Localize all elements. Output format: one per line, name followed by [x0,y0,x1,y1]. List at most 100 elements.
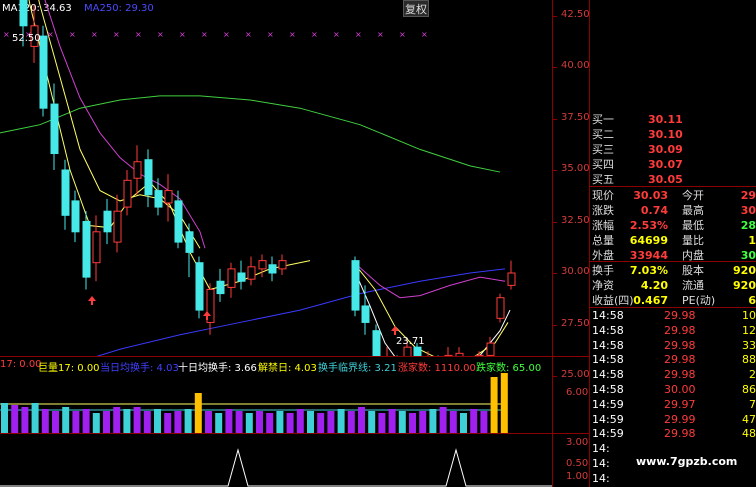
ma-line [351,260,506,299]
tick-time: 14:59 [592,427,624,441]
volume-bar [480,411,488,433]
tick-row: 14:58 29.98 88 [590,353,756,368]
restore-button[interactable]: 复权 [403,0,429,17]
tick-volume: 86 [742,383,756,396]
candle-body [71,200,80,233]
order-book-row: 买二 30.10 [590,127,756,142]
tick-price: 29.99 [664,412,696,426]
volume-bar [205,411,212,433]
tick-price: 29.98 [664,368,696,382]
volume-bar [235,411,243,433]
signal-marker-icon: × [311,30,318,39]
candle-body [113,210,122,243]
tick-volume: 88 [742,353,756,367]
price-tick: 42.50 [561,8,590,20]
indicator-legend-item: 巨量17: 0.00 [38,363,100,374]
volume-bar [276,411,284,433]
quote-value: 30.03 [633,189,668,202]
signal-marker-icon: × [399,30,406,39]
candle-body [206,288,215,323]
tick-price: 29.98 [664,323,696,337]
price-tick: 40.00 [561,60,590,71]
tick-volume: 7 [749,397,756,411]
signal-marker-icon: × [135,30,142,39]
signal-marker-icon: × [113,30,120,39]
quote-row: 涨跌 0.74 最高 30 [590,203,756,218]
signal-chart[interactable] [0,434,552,487]
volume-bar [429,409,437,433]
candle-body [144,159,153,196]
volume-bar [460,413,467,433]
tick-row: 14:58 29.98 12 [590,324,756,339]
volume-bar [41,409,49,433]
candle-body [123,179,132,208]
candle-body [247,266,256,280]
quote-label: 换手 [592,264,614,277]
candle-body [216,280,225,295]
tick-row: 14:58 29.98 10 [590,309,756,324]
candle-body [403,346,412,356]
order-book-price: 30.05 [648,173,683,186]
order-book-price: 30.10 [648,128,683,141]
tick-price: 29.97 [664,397,696,411]
signal-marker-icon: × [69,30,76,39]
volume-bar [337,409,345,433]
volume-bar [72,411,80,433]
kline-chart[interactable]: MA120: 34.63 MA250: 29.30 × × × × × × × × × × × × × ×… [0,0,552,356]
volume-bar [52,411,59,433]
volume-bar [194,393,202,433]
divider-orderbook [590,186,756,187]
tick-price: 30.00 [664,383,696,396]
volume-bar [31,403,39,433]
candle-body [278,260,287,270]
volume-bar [368,411,376,433]
tick-volume: 2 [749,368,756,382]
quote-label: 最低 [682,219,704,232]
quote-value: 920 [733,279,756,292]
signal-marker-icon: × [179,30,186,39]
price-tick: 25.00 [561,369,590,380]
order-book-label: 买三 [592,143,614,156]
volume-bar [398,411,406,433]
quote-value: 30 [740,204,756,217]
volume-bar [500,373,508,433]
quote-row: 总量 64699 量比 1 [590,233,756,248]
quote-value: 6 [748,294,756,307]
up-arrow-icon [91,301,93,305]
candle-body [361,305,370,323]
divider-quote2 [590,307,756,308]
order-book-row: 买五 30.05 [590,172,756,187]
quote-value: 64699 [629,234,668,247]
volume-bar [123,409,131,433]
signal-marker-icon: × [3,30,10,39]
candle-body [61,169,70,216]
volume-bar [133,407,141,433]
candle-body [82,221,91,278]
volume-bar [245,413,253,433]
candle-body [164,190,173,204]
volume-bar [378,413,386,433]
volume-bar [327,411,335,433]
tick-time: 14:58 [592,368,624,382]
order-book-label: 买二 [592,128,614,141]
order-book-price: 30.11 [648,113,683,126]
candle-body [50,103,59,155]
volume-bar [409,413,416,433]
order-book-row: 买一 30.11 [590,112,756,127]
tick-row: 14:58 30.00 86 [590,383,756,398]
volume-bar [154,409,161,433]
tick-volume: 10 [742,309,756,322]
volume-bar [439,407,447,433]
tick-time: 14: [592,442,610,456]
volume-bar [103,411,110,433]
volume-bar [184,409,192,433]
up-arrow-icon [394,331,396,335]
tick-row: 14:59 29.99 47 [590,413,756,428]
quote-value: 28 [740,219,756,232]
tick-volume: 48 [742,427,756,441]
volume-chart[interactable] [0,373,552,433]
candle-body [185,231,194,253]
order-book-label: 买五 [592,173,614,186]
signal-marker-icon: × [377,30,384,39]
divider-volume [0,356,590,357]
